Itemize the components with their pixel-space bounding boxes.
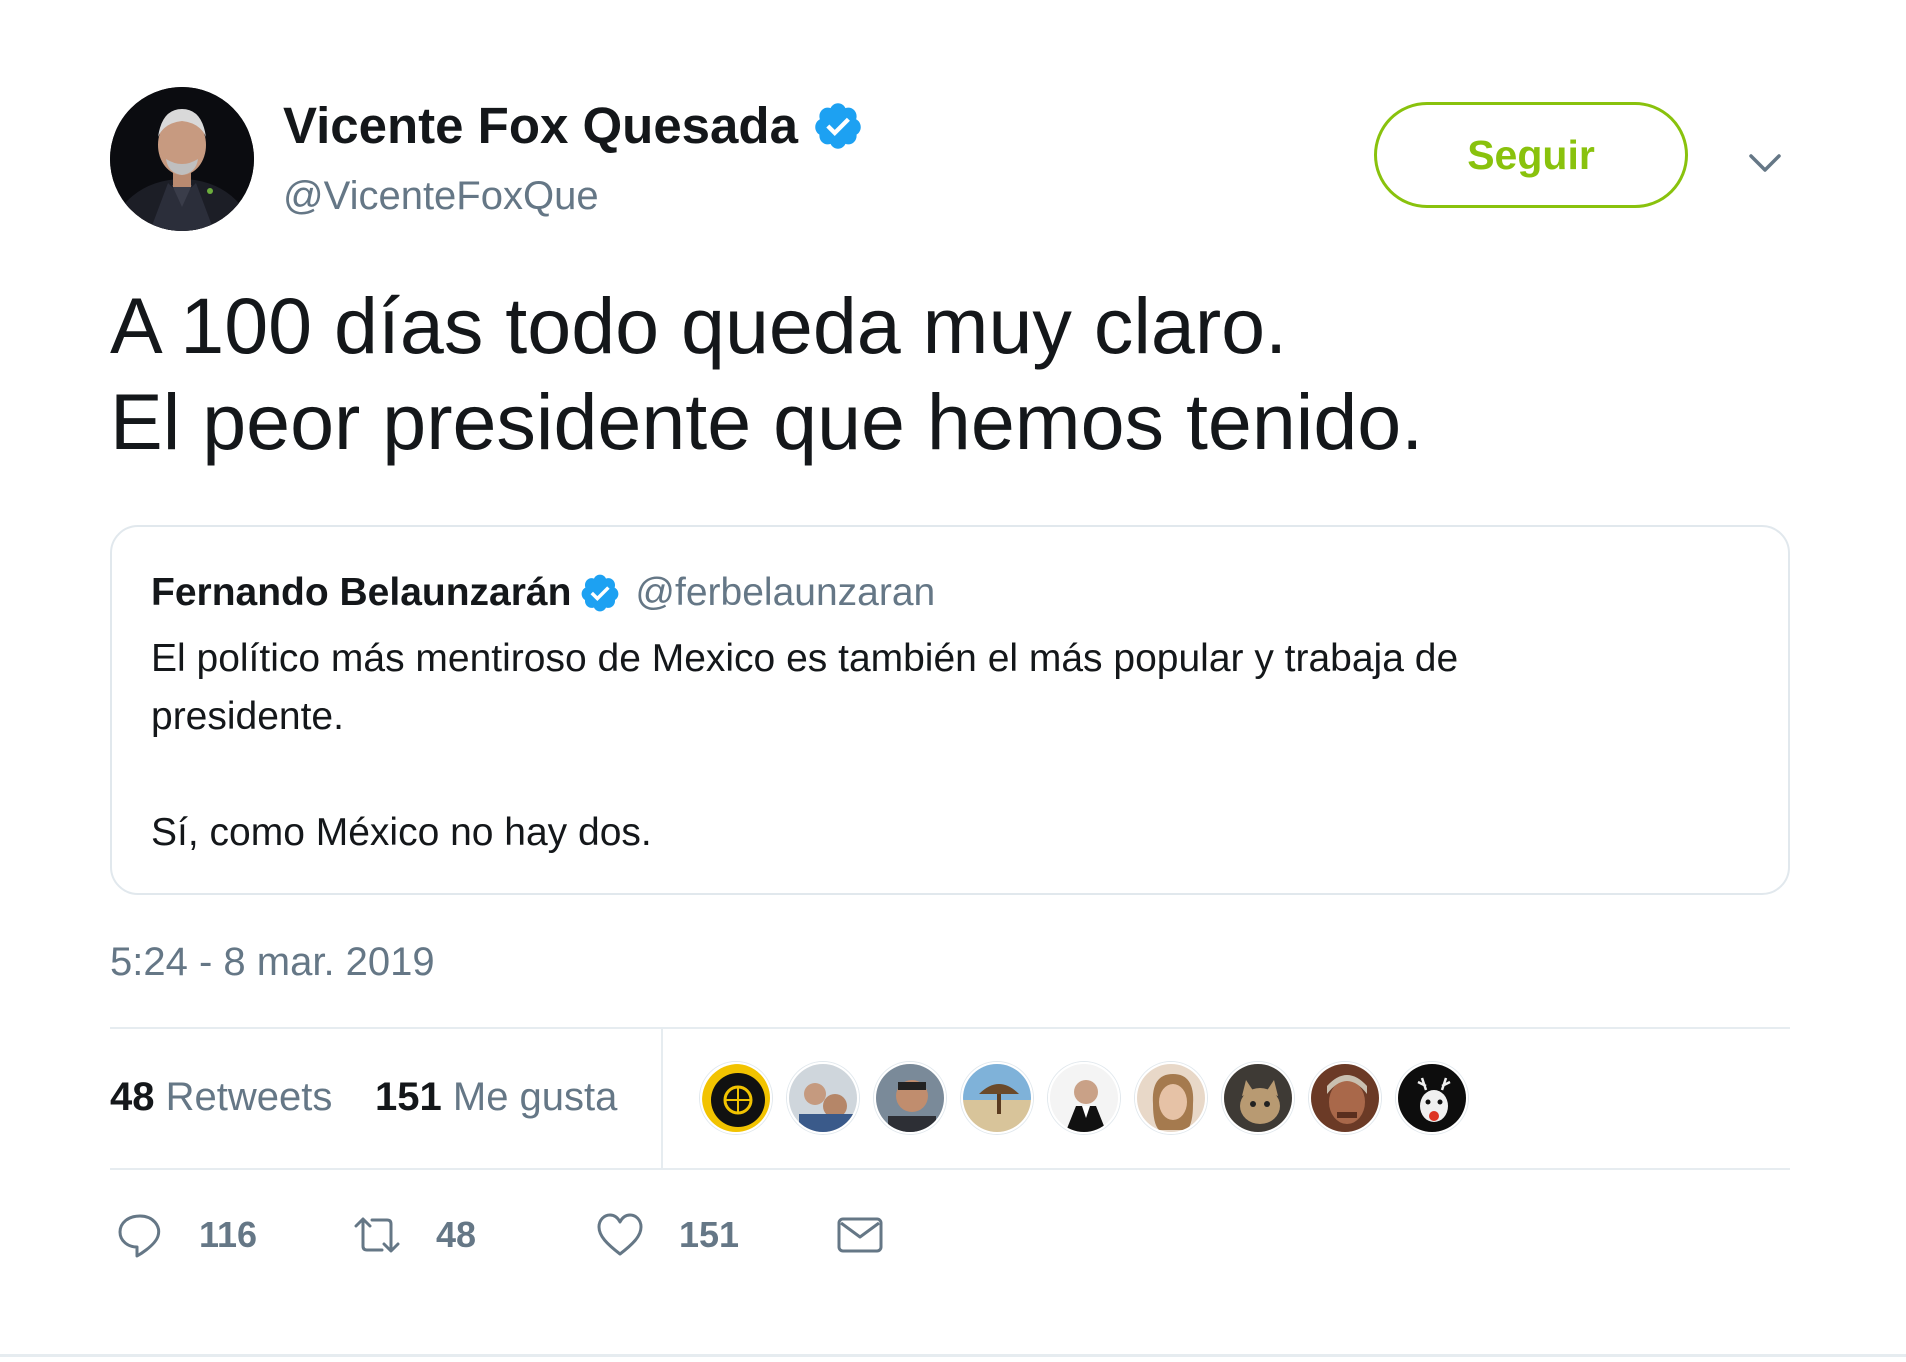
- author-handle[interactable]: @VicenteFoxQue: [283, 172, 599, 220]
- author-avatar[interactable]: [110, 87, 254, 231]
- tweet-text: A 100 días todo queda muy claro. El peor…: [110, 278, 1810, 470]
- like-button[interactable]: 151: [595, 1210, 739, 1260]
- retweets-stat[interactable]: 48 Retweets: [110, 1073, 332, 1121]
- retweets-label: Retweets: [165, 1075, 333, 1119]
- quoted-text-line: Sí, como México no hay dos.: [151, 811, 652, 854]
- tweet-text-line: El peor presidente que hemos tenido.: [110, 377, 1424, 466]
- heart-icon: [597, 1213, 643, 1256]
- retweet-button[interactable]: 48: [352, 1210, 476, 1260]
- quoted-text-line: presidente.: [151, 695, 344, 738]
- liker-avatar[interactable]: [1222, 1062, 1294, 1134]
- liker-avatars: [700, 1062, 1483, 1136]
- quoted-text-line: El político más mentiroso de Mexico es t…: [151, 637, 1459, 680]
- retweet-icon: [354, 1217, 400, 1253]
- quoted-tweet[interactable]: Fernando Belaunzarán @ferbelaunzaran El …: [110, 525, 1790, 895]
- reply-button[interactable]: 116: [115, 1210, 257, 1260]
- liker-avatar[interactable]: [1048, 1062, 1120, 1134]
- bottom-border: [0, 1354, 1906, 1357]
- verified-badge-icon: [812, 100, 864, 152]
- likes-stat[interactable]: 151 Me gusta: [375, 1073, 617, 1121]
- stats-separator: [661, 1029, 663, 1168]
- liker-avatar[interactable]: [1396, 1062, 1468, 1134]
- liker-avatar[interactable]: [961, 1062, 1033, 1134]
- tweet-timestamp[interactable]: 5:24 - 8 mar. 2019: [110, 938, 435, 986]
- quoted-tweet-text: El político más mentiroso de Mexico es t…: [151, 630, 1741, 862]
- chevron-down-icon[interactable]: [1745, 142, 1785, 182]
- reply-icon: [118, 1214, 161, 1258]
- likes-label: Me gusta: [452, 1075, 618, 1119]
- liker-avatar[interactable]: [700, 1062, 772, 1134]
- verified-badge-icon: [579, 572, 621, 614]
- envelope-icon: [837, 1217, 883, 1253]
- liker-avatar[interactable]: [1309, 1062, 1381, 1134]
- author-display-name[interactable]: Vicente Fox Quesada: [283, 98, 798, 154]
- direct-message-button[interactable]: [835, 1210, 885, 1260]
- retweets-count: 48: [110, 1075, 155, 1119]
- tweet-text-line: A 100 días todo queda muy claro.: [110, 281, 1288, 370]
- follow-button[interactable]: Seguir: [1374, 102, 1688, 208]
- liker-avatar[interactable]: [1135, 1062, 1207, 1134]
- quoted-tweet-header: Fernando Belaunzarán @ferbelaunzaran: [151, 569, 935, 617]
- retweet-count: 48: [436, 1214, 477, 1255]
- liker-avatar[interactable]: [787, 1062, 859, 1134]
- like-count: 151: [679, 1214, 740, 1255]
- tweet-page: Vicente Fox Quesada @VicenteFoxQue Segui…: [0, 0, 1906, 1362]
- reply-count: 116: [199, 1214, 258, 1255]
- liker-avatar[interactable]: [874, 1062, 946, 1134]
- quoted-author-name: Fernando Belaunzarán: [151, 571, 572, 614]
- quoted-author-handle: @ferbelaunzaran: [635, 571, 936, 614]
- divider: [110, 1027, 1790, 1029]
- divider: [110, 1168, 1790, 1170]
- likes-count: 151: [375, 1075, 442, 1119]
- author-name-row[interactable]: Vicente Fox Quesada: [283, 98, 864, 154]
